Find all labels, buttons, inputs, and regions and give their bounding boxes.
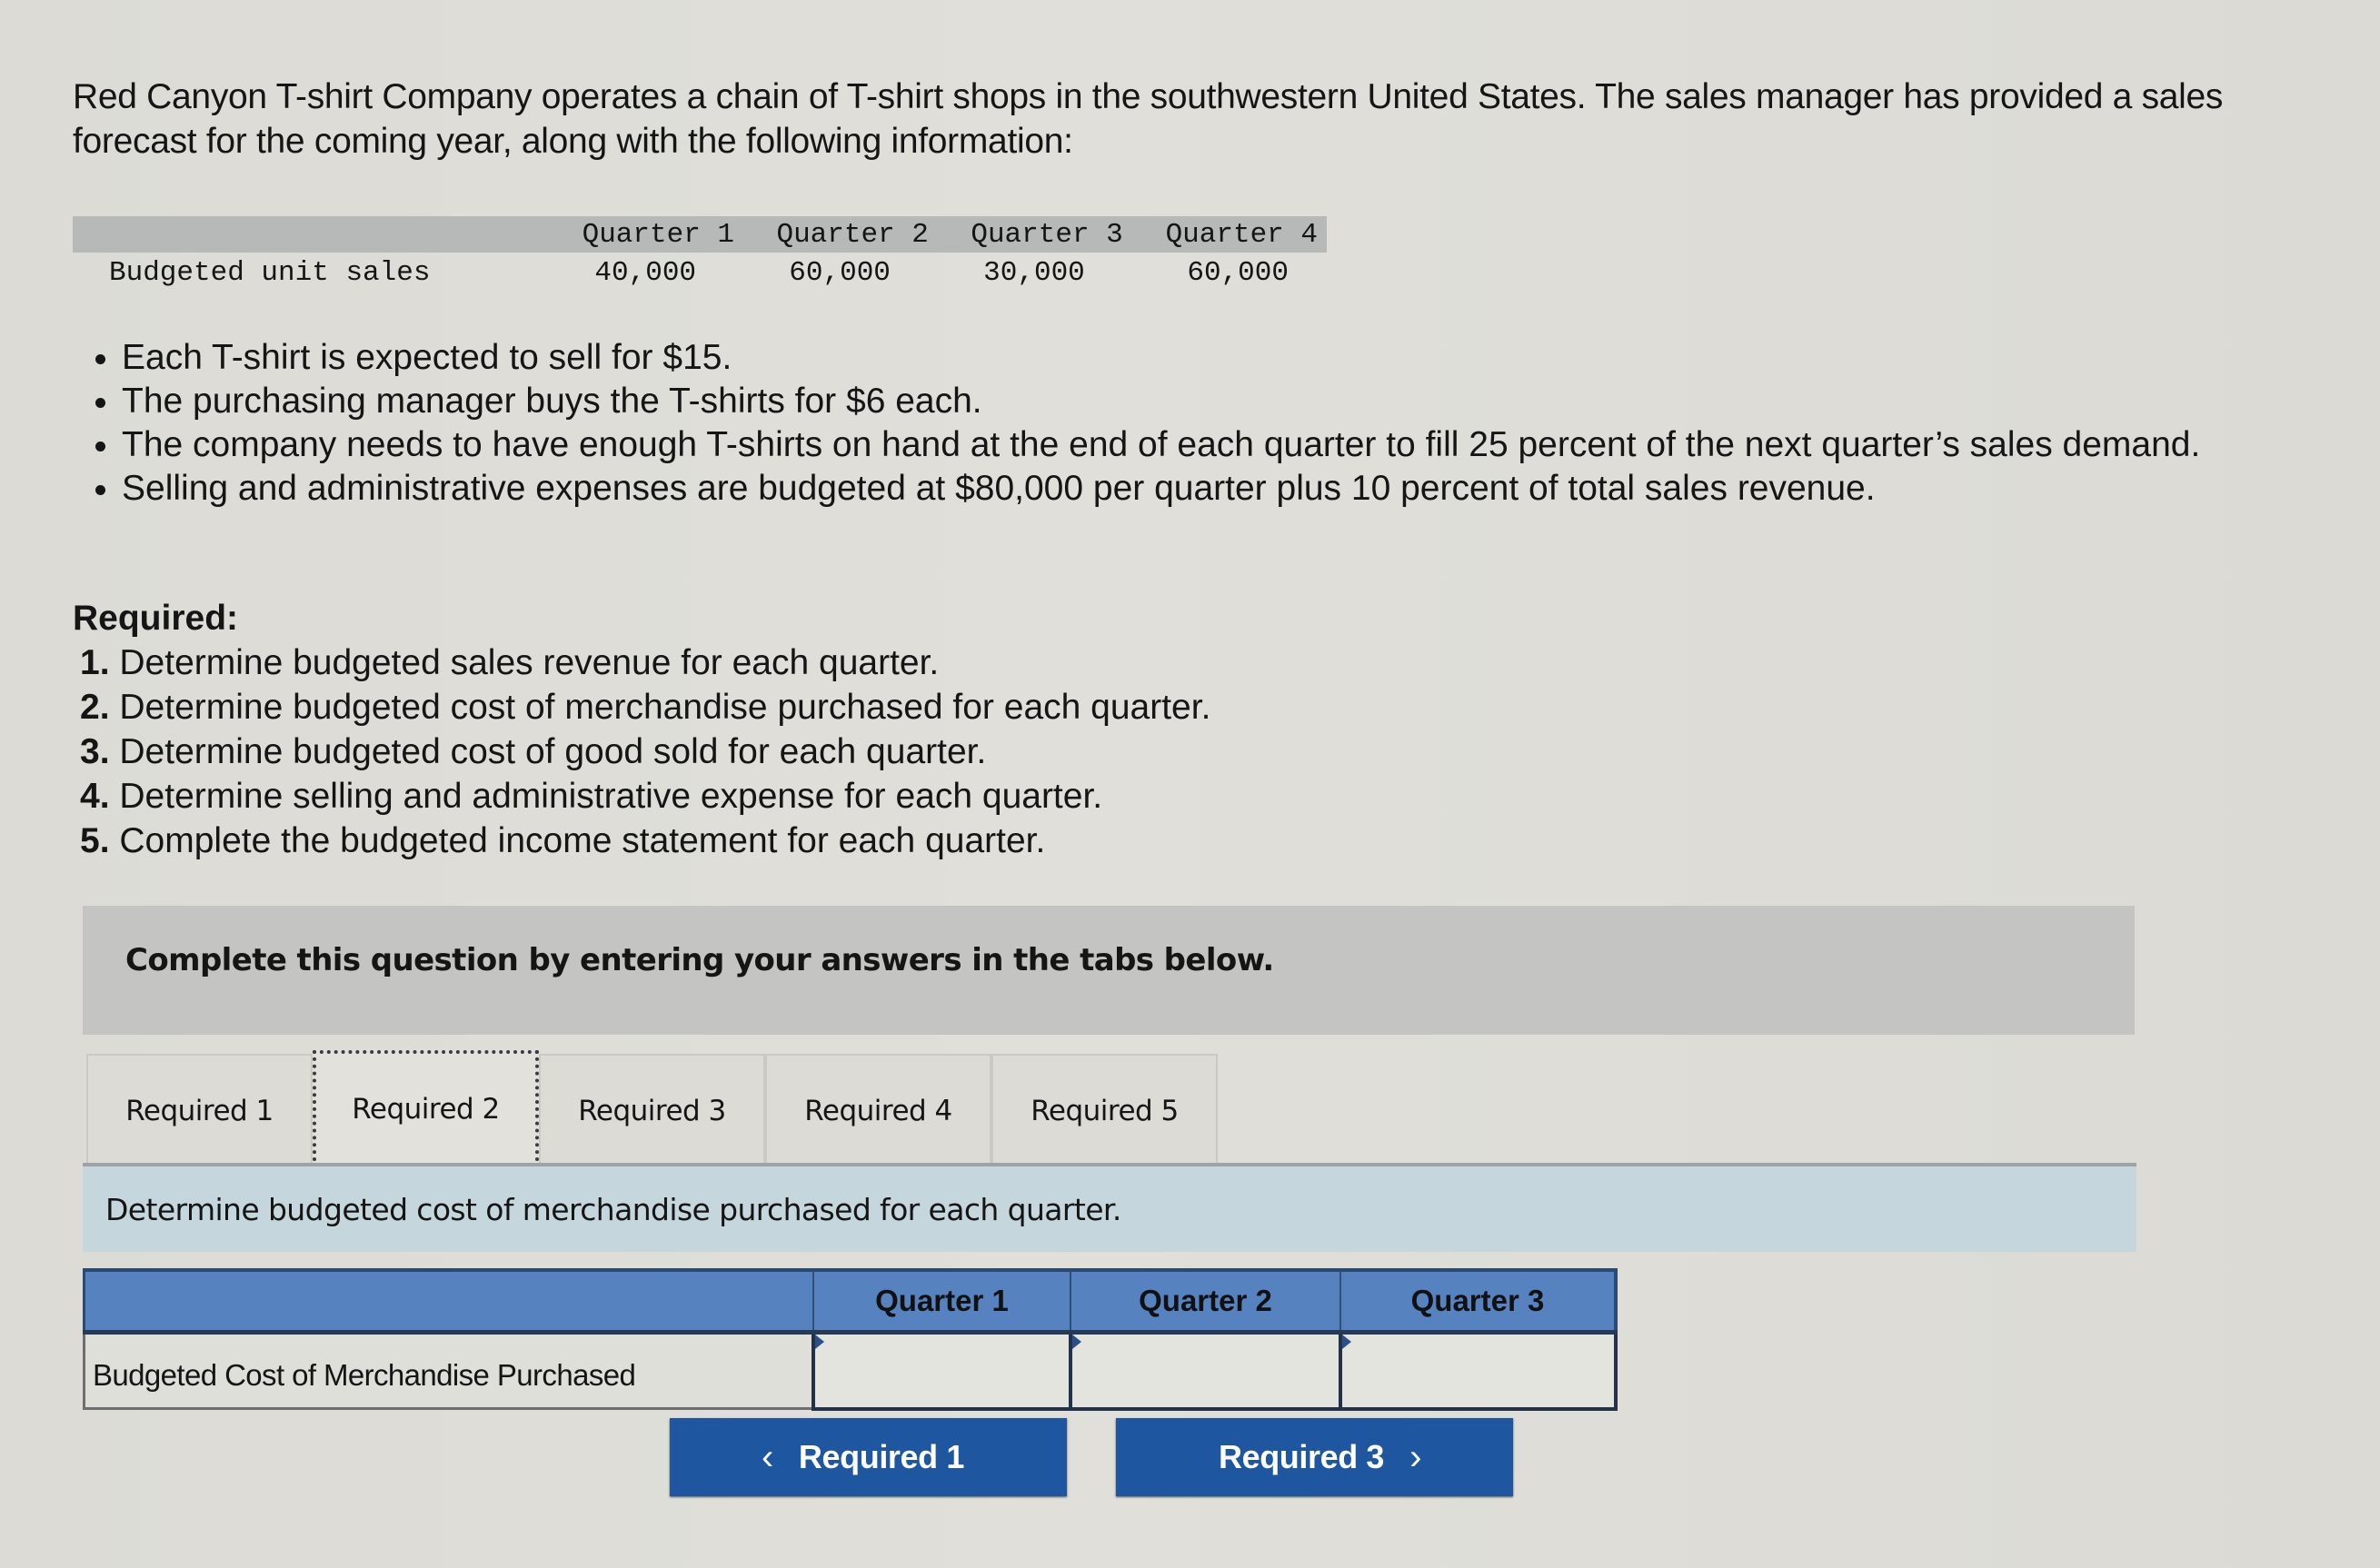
answer-header-q2: Quarter 2 <box>1070 1268 1340 1335</box>
tab-required-3[interactable]: Required 3 <box>539 1054 765 1166</box>
assumption-item: Selling and administrative expenses are … <box>122 467 2321 511</box>
tab-required-1[interactable]: Required 1 <box>86 1054 313 1166</box>
required-section: Required: 1. Determine budgeted sales re… <box>73 596 1210 863</box>
prev-required-label: Required 1 <box>798 1438 964 1475</box>
assumption-item: The purchasing manager buys the T-shirts… <box>122 380 2321 423</box>
unit-sales-header-q1: Quarter 1 <box>540 216 735 253</box>
unit-sales-header-q3: Quarter 3 <box>928 216 1123 253</box>
answer-header-q1: Quarter 1 <box>812 1268 1071 1335</box>
answer-row: Budgeted Cost of Merchandise Purchased <box>83 1330 1618 1411</box>
answer-input-q2[interactable] <box>1072 1335 1339 1407</box>
tab-required-5[interactable]: Required 5 <box>991 1054 1218 1166</box>
unit-sales-row: Budgeted unit sales 40,000 60,000 30,000… <box>73 253 1327 293</box>
assumptions-list: Each T-shirt is expected to sell for $15… <box>87 336 2321 511</box>
answer-header-row: Quarter 1 Quarter 2 Quarter 3 <box>83 1268 1618 1335</box>
tab-instruction: Determine budgeted cost of merchandise p… <box>83 1166 2136 1252</box>
required-item-number: 2. <box>80 688 110 727</box>
required-item-text: Determine budgeted sales revenue for eac… <box>119 643 940 682</box>
instructions-banner: Complete this question by entering your … <box>83 906 2135 1035</box>
tab-required-2[interactable]: Required 2 <box>313 1050 539 1168</box>
required-item: 1. Determine budgeted sales revenue for … <box>80 640 1210 685</box>
answer-cell-q3 <box>1339 1330 1618 1411</box>
required-list: 1. Determine budgeted sales revenue for … <box>73 640 1210 863</box>
answer-cell-q2 <box>1069 1330 1342 1411</box>
required-item-number: 1. <box>80 643 110 682</box>
unit-sales-q3: 30,000 <box>983 256 1085 289</box>
answer-row-label: Budgeted Cost of Merchandise Purchased <box>83 1332 813 1410</box>
answer-input-q1[interactable] <box>815 1335 1069 1407</box>
answer-header-blank <box>83 1268 813 1335</box>
answer-table: Quarter 1 Quarter 2 Quarter 3 Budgeted C… <box>83 1268 1618 1411</box>
answer-input-q3[interactable] <box>1342 1335 1614 1407</box>
next-required-label: Required 3 <box>1219 1438 1385 1475</box>
unit-sales-q1: 40,000 <box>594 256 697 289</box>
required-heading: Required: <box>73 599 239 638</box>
unit-sales-header-q2: Quarter 2 <box>734 216 929 253</box>
unit-sales-row-label: Budgeted unit sales <box>109 256 431 289</box>
unit-sales-header-q4: Quarter 4 <box>1122 216 1327 253</box>
required-item-text: Determine selling and administrative exp… <box>119 777 1103 816</box>
problem-intro: Red Canyon T-shirt Company operates a ch… <box>73 77 2224 161</box>
unit-sales-q4: 60,000 <box>1187 256 1289 289</box>
chevron-right-icon: › <box>1409 1436 1421 1477</box>
tab-required-4[interactable]: Required 4 <box>765 1054 991 1166</box>
unit-sales-header-row: Quarter 1 Quarter 2 Quarter 3 Quarter 4 <box>73 216 1327 253</box>
unit-sales-q2: 60,000 <box>789 256 891 289</box>
prev-required-button[interactable]: ‹ Required 1 <box>670 1418 1067 1496</box>
unit-sales-table: Quarter 1 Quarter 2 Quarter 3 Quarter 4 … <box>73 216 1327 293</box>
assumption-item: The company needs to have enough T-shirt… <box>122 423 2321 467</box>
required-item-text: Determine budgeted cost of good sold for… <box>119 732 987 771</box>
next-required-button[interactable]: Required 3 › <box>1116 1418 1513 1496</box>
required-item: 2. Determine budgeted cost of merchandis… <box>80 685 1210 729</box>
assumption-item: Each T-shirt is expected to sell for $15… <box>122 336 2321 380</box>
answer-header-q3: Quarter 3 <box>1339 1268 1618 1335</box>
unit-sales-header-blank <box>73 216 541 253</box>
chevron-left-icon: ‹ <box>762 1436 773 1477</box>
required-item-number: 4. <box>80 777 110 816</box>
answer-cell-q1 <box>812 1330 1072 1411</box>
instructions-banner-text: Complete this question by entering your … <box>125 942 1274 978</box>
required-item-text: Determine budgeted cost of merchandise p… <box>119 688 1211 727</box>
required-item-number: 3. <box>80 732 110 771</box>
required-item-number: 5. <box>80 821 110 860</box>
required-item: 4. Determine selling and administrative … <box>80 774 1210 819</box>
required-item-text: Complete the budgeted income statement f… <box>119 821 1046 860</box>
required-item: 3. Determine budgeted cost of good sold … <box>80 729 1210 774</box>
tab-instruction-text: Determine budgeted cost of merchandise p… <box>105 1192 1121 1227</box>
required-tabs: Required 1 Required 2 Required 3 Require… <box>86 1050 1218 1168</box>
required-item: 5. Complete the budgeted income statemen… <box>80 819 1210 863</box>
